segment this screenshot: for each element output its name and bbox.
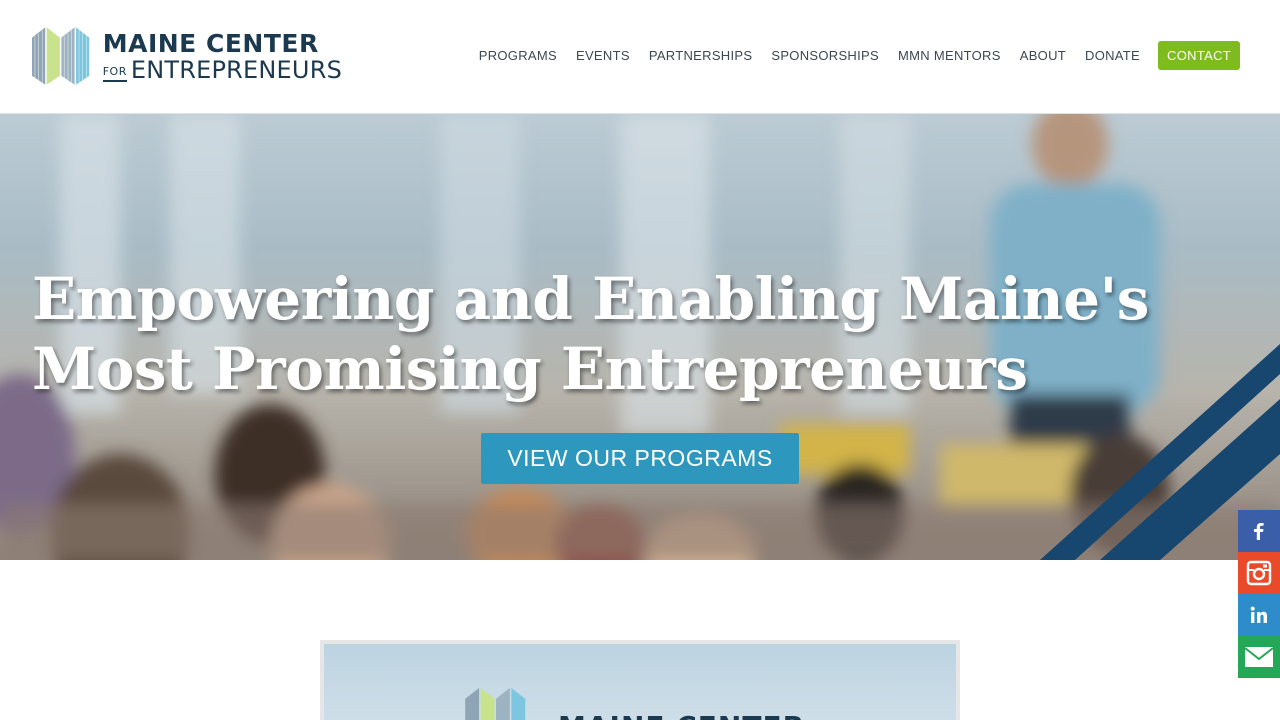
logo-entrepreneurs-text: ENTREPRENEURS [130, 55, 342, 84]
logo-text: MAINE CENTER FOR ENTREPRENEURS [102, 28, 342, 84]
email-icon [1244, 647, 1274, 667]
linkedin-link[interactable] [1238, 594, 1280, 636]
logo-line-2: FOR ENTREPRENEURS [102, 55, 342, 84]
logo-for-text: FOR [102, 66, 127, 82]
card-logo-text: MAINE CENTER [558, 710, 805, 720]
site-logo[interactable]: MAINE CENTER FOR ENTREPRENEURS [32, 16, 342, 96]
nav-events[interactable]: EVENTS [576, 48, 630, 63]
main-nav: PROGRAMS EVENTS PARTNERSHIPS SPONSORSHIP… [460, 40, 1240, 70]
instagram-icon [1246, 560, 1272, 586]
social-sidebar [1238, 510, 1280, 678]
facebook-icon [1254, 523, 1264, 540]
logo-mark-icon [32, 27, 90, 85]
view-programs-button[interactable]: VIEW OUR PROGRAMS [481, 433, 799, 484]
nav-about[interactable]: ABOUT [1020, 48, 1066, 63]
nav-sponsorships[interactable]: SPONSORSHIPS [771, 48, 879, 63]
facebook-link[interactable] [1238, 510, 1280, 552]
card-logo-mark-icon [465, 688, 526, 720]
nav-programs[interactable]: PROGRAMS [479, 48, 557, 63]
linkedin-icon [1250, 606, 1267, 623]
logo-line-1: MAINE CENTER [102, 28, 319, 58]
instagram-link[interactable] [1238, 552, 1280, 594]
nav-donate[interactable]: DONATE [1085, 48, 1140, 63]
hero-banner: Empowering and Enabling Maine's Most Pro… [0, 114, 1280, 560]
email-link[interactable] [1238, 636, 1280, 678]
nav-partnerships[interactable]: PARTNERSHIPS [649, 48, 753, 63]
site-header: MAINE CENTER FOR ENTREPRENEURS PROGRAMS … [0, 0, 1280, 114]
card-logo: MAINE CENTER [448, 688, 805, 720]
contact-button[interactable]: CONTACT [1158, 40, 1240, 70]
featured-image-card: MAINE CENTER [320, 640, 960, 720]
nav-mmn-mentors[interactable]: MMN MENTORS [898, 48, 1001, 63]
hero-heading: Empowering and Enabling Maine's Most Pro… [32, 265, 1149, 403]
